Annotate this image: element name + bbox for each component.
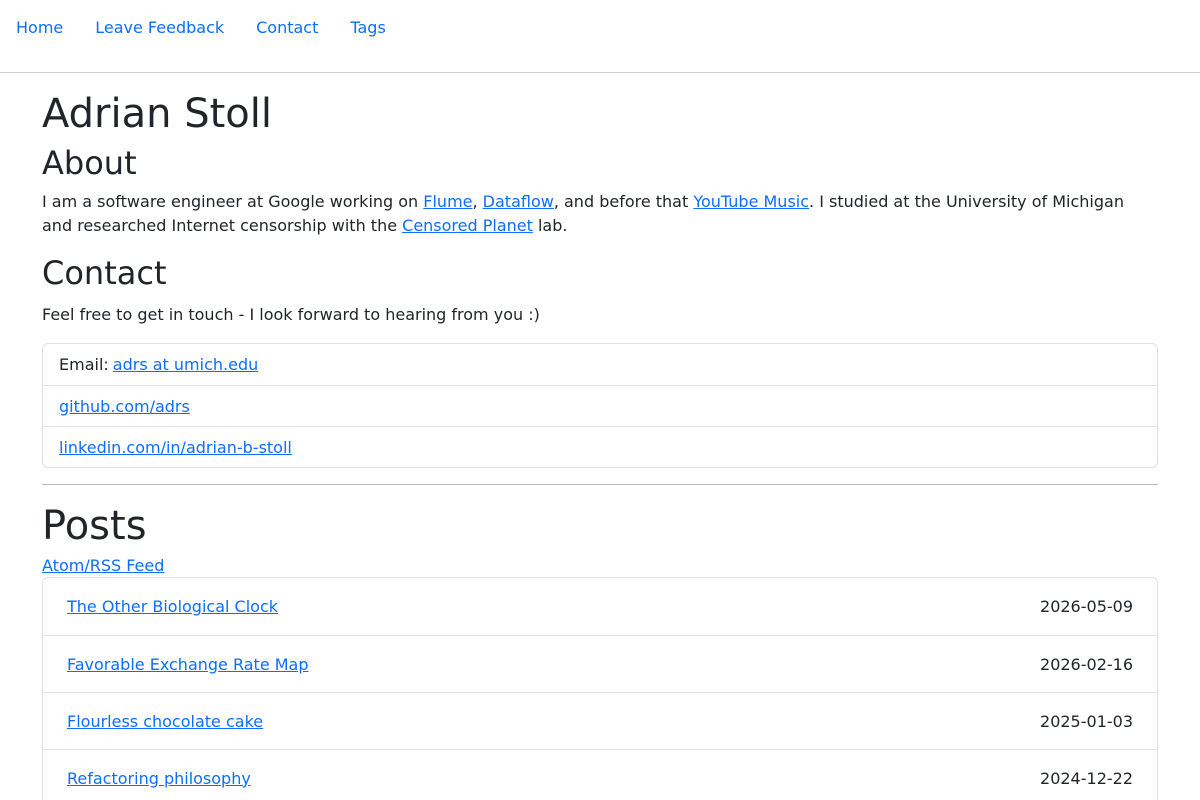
about-heading: About	[42, 144, 137, 182]
linkedin-link[interactable]: linkedin.com/in/adrian-b-stoll	[59, 438, 292, 457]
github-link[interactable]: github.com/adrs	[59, 397, 190, 416]
post-date: 2026-02-16	[1040, 654, 1133, 674]
contact-github-item: github.com/adrs	[43, 385, 1157, 426]
contact-email-item: Email: adrs at umich.edu	[43, 344, 1157, 385]
email-link[interactable]: adrs at umich.edu	[113, 355, 258, 374]
post-row: Favorable Exchange Rate Map 2026-02-16	[43, 635, 1157, 692]
post-title-link[interactable]: The Other Biological Clock	[67, 597, 278, 616]
nav-tags-link[interactable]: Tags	[350, 17, 385, 39]
nav-contact-link[interactable]: Contact	[256, 17, 318, 39]
post-date: 2025-01-03	[1040, 711, 1133, 731]
post-date: 2024-12-22	[1040, 768, 1133, 788]
youtube-music-link[interactable]: YouTube Music	[693, 192, 809, 211]
post-date: 2026-05-09	[1040, 597, 1133, 616]
about-sep-1: ,	[472, 192, 483, 211]
contact-list: Email: adrs at umich.edu github.com/adrs…	[42, 343, 1158, 468]
section-divider	[42, 484, 1158, 485]
post-row: The Other Biological Clock 2026-05-09	[43, 578, 1157, 635]
dataflow-link[interactable]: Dataflow	[483, 192, 554, 211]
post-title-link[interactable]: Flourless chocolate cake	[67, 712, 263, 731]
post-title-link[interactable]: Refactoring philosophy	[67, 769, 251, 788]
main-content: Adrian Stoll About I am a software engin…	[42, 89, 1158, 800]
email-label: Email:	[59, 355, 109, 374]
posts-heading: Posts	[42, 503, 147, 549]
about-text-4: lab.	[532, 216, 568, 235]
page-title: Adrian Stoll	[42, 91, 272, 137]
posts-list: The Other Biological Clock 2026-05-09 Fa…	[42, 577, 1158, 800]
contact-paragraph: Feel free to get in touch - I look forwa…	[42, 305, 540, 324]
about-text-2: , and before that	[553, 192, 694, 211]
post-row: Flourless chocolate cake 2025-01-03	[43, 692, 1157, 749]
contact-heading: Contact	[42, 254, 167, 292]
top-navbar: Home Leave Feedback Contact Tags	[0, 0, 1200, 73]
flume-link[interactable]: Flume	[423, 192, 472, 211]
censored-planet-link[interactable]: Censored Planet	[402, 216, 533, 235]
nav-leave-feedback-link[interactable]: Leave Feedback	[95, 17, 224, 39]
post-row: Refactoring philosophy 2024-12-22	[43, 749, 1157, 800]
contact-linkedin-item: linkedin.com/in/adrian-b-stoll	[43, 426, 1157, 467]
post-title-link[interactable]: Favorable Exchange Rate Map	[67, 655, 309, 674]
about-text-1: I am a software engineer at Google worki…	[42, 192, 424, 211]
nav-home-link[interactable]: Home	[16, 17, 63, 39]
about-paragraph: I am a software engineer at Google worki…	[42, 190, 1158, 238]
rss-feed-link[interactable]: Atom/RSS Feed	[42, 555, 164, 577]
